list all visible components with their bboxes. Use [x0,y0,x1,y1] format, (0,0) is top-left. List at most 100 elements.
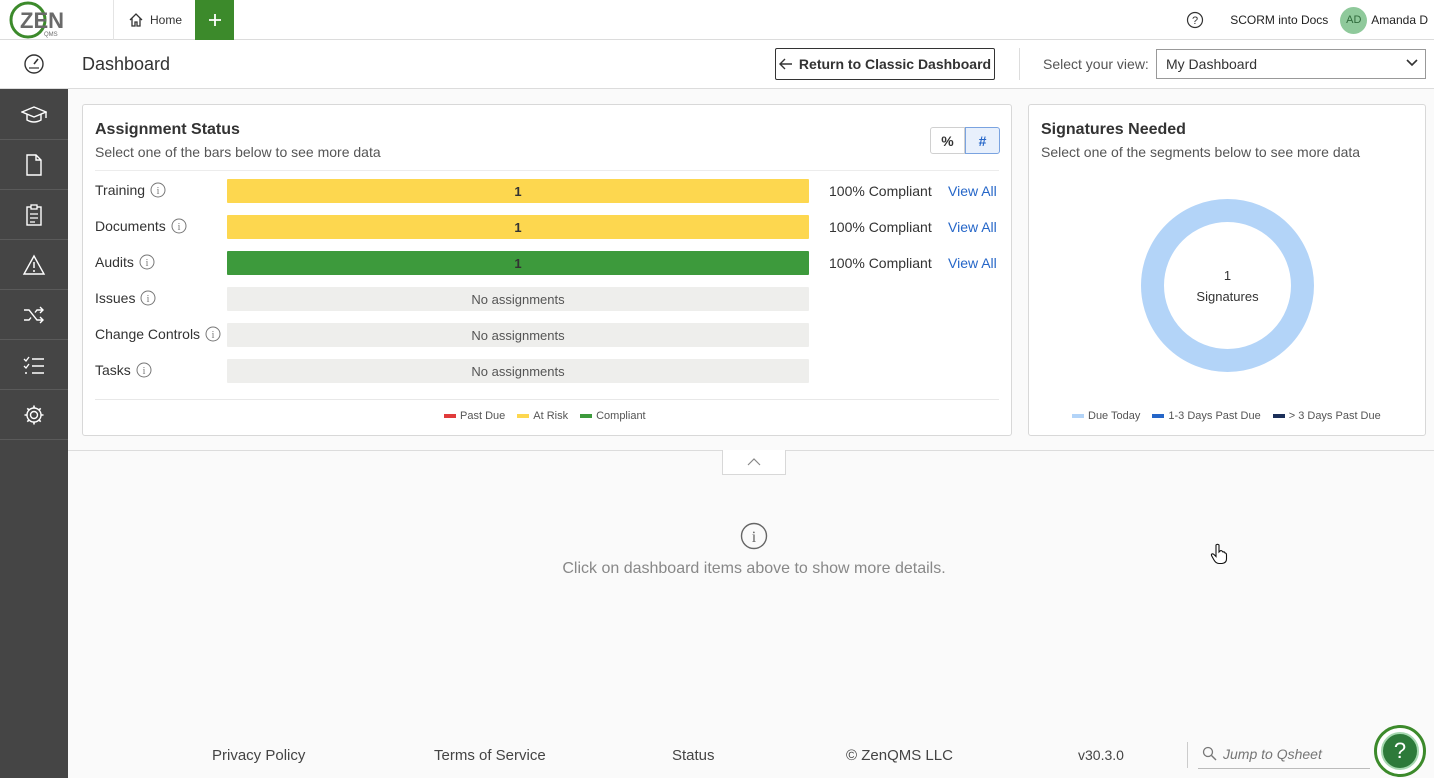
sidebar-item-documents[interactable] [0,140,68,190]
sidebar-item-settings[interactable] [0,390,68,440]
signatures-count-label: Signatures [1196,288,1259,304]
row-label-issues: Issues i [95,290,156,306]
footer-divider [1187,742,1188,768]
documents-view-all-link[interactable]: View All [948,219,997,235]
info-icon[interactable]: i [150,182,166,198]
percent-toggle-button[interactable]: % [930,127,965,154]
sidebar [0,40,68,778]
help-chat-label: ? [1381,732,1419,770]
jump-to-qsheet-input[interactable] [1223,745,1363,762]
row-label-training: Training i [95,182,166,198]
signatures-legend: Due Today 1-3 Days Past Due > 3 Days Pas… [1072,410,1381,422]
audits-compliance: 100% Compliant [829,255,932,271]
training-bar[interactable]: 1 [227,179,809,203]
info-icon[interactable]: i [139,254,155,270]
row-label-text: Issues [95,290,136,306]
return-to-classic-dashboard-button[interactable]: Return to Classic Dashboard [775,48,995,80]
page-header: Dashboard Return to Classic Dashboard Se… [68,40,1434,89]
count-toggle-button[interactable]: # [965,127,1000,154]
header-divider [1019,48,1020,80]
svg-text:i: i [157,186,160,197]
row-label-change-controls: Change Controls i [95,326,221,342]
row-label-text: Change Controls [95,326,201,342]
svg-text:?: ? [1192,15,1198,27]
svg-text:i: i [142,366,145,377]
documents-compliance: 100% Compliant [829,219,932,235]
graduation-cap-icon [21,105,47,123]
info-icon: i [740,522,768,550]
legend-at-risk: At Risk [517,410,568,422]
audits-bar[interactable]: 1 [227,251,809,275]
plus-icon [208,14,221,26]
info-icon[interactable]: i [205,326,221,342]
legend-due-today: Due Today [1072,410,1140,422]
project-label[interactable]: SCORM into Docs [1230,13,1328,27]
status-link[interactable]: Status [672,747,715,764]
sidebar-item-training[interactable] [0,90,68,140]
sidebar-item-issues[interactable] [0,240,68,290]
legend-past-due: Past Due [444,410,505,422]
top-bar: ZEN QMS Home ? SCORM into Docs AD Amanda… [0,0,1434,40]
page-title: Dashboard [82,54,171,74]
collapse-panel-button[interactable] [722,450,786,475]
arrow-left-icon [778,58,792,70]
documents-bar[interactable]: 1 [227,215,809,239]
gauge-icon [24,54,44,74]
details-empty-message: Click on dashboard items above to show m… [562,560,946,577]
training-compliance: 100% Compliant [829,183,932,199]
assignment-legend: Past Due At Risk Compliant [444,410,646,422]
jump-to-qsheet [1198,739,1370,769]
sidebar-item-tasks[interactable] [0,340,68,390]
home-icon [129,13,143,27]
chevron-down-icon [1406,59,1418,67]
checklist-icon [23,356,44,374]
card-divider [95,170,999,171]
view-select-value: My Dashboard [1166,56,1258,72]
signatures-subtitle: Select one of the segments below to see … [1041,144,1361,160]
sidebar-item-change-controls[interactable] [0,290,68,340]
sidebar-item-audits[interactable] [0,190,68,240]
row-label-text: Documents [95,218,166,234]
document-icon [26,153,42,176]
tasks-bar: No assignments [227,359,809,383]
view-select[interactable]: My Dashboard [1156,49,1426,79]
user-name[interactable]: Amanda D [1371,13,1428,27]
display-mode-toggle: % # [930,127,1000,154]
signatures-count: 1 [1223,267,1232,283]
home-tab-label: Home [149,13,182,27]
search-icon [1202,746,1217,761]
assignment-status-title: Assignment Status [95,121,240,138]
svg-text:i: i [177,222,180,233]
assignment-status-subtitle: Select one of the bars below to see more… [95,144,381,160]
row-label-audits: Audits i [95,254,155,270]
help-icon[interactable]: ? [1186,11,1204,29]
svg-text:i: i [147,294,150,305]
warning-icon [22,254,46,275]
privacy-policy-link[interactable]: Privacy Policy [212,747,305,764]
svg-text:ZEN: ZEN [20,8,64,33]
audits-view-all-link[interactable]: View All [948,255,997,271]
help-chat-button[interactable]: ? [1374,725,1426,777]
home-tab[interactable]: Home [115,0,195,40]
legend-divider [95,399,999,400]
zenqms-logo[interactable]: ZEN QMS [0,0,114,40]
svg-text:i: i [212,330,215,341]
avatar[interactable]: AD [1340,6,1368,34]
add-tab-button[interactable] [195,0,234,40]
signatures-title: Signatures Needed [1041,121,1186,138]
shuffle-icon [24,306,44,323]
copyright-text: © ZenQMS LLC [846,747,953,764]
svg-text:i: i [146,258,149,269]
info-icon[interactable]: i [171,218,187,234]
gear-icon [24,405,44,424]
sidebar-item-dashboard[interactable] [0,40,68,89]
row-label-text: Audits [95,254,134,270]
svg-text:i: i [752,529,757,546]
info-icon[interactable]: i [140,290,156,306]
training-view-all-link[interactable]: View All [948,183,997,199]
info-icon[interactable]: i [136,362,152,378]
terms-of-service-link[interactable]: Terms of Service [434,747,546,764]
row-label-documents: Documents i [95,218,187,234]
row-label-text: Tasks [95,362,131,378]
assignment-status-card: Assignment Status Select one of the bars… [82,104,1012,436]
